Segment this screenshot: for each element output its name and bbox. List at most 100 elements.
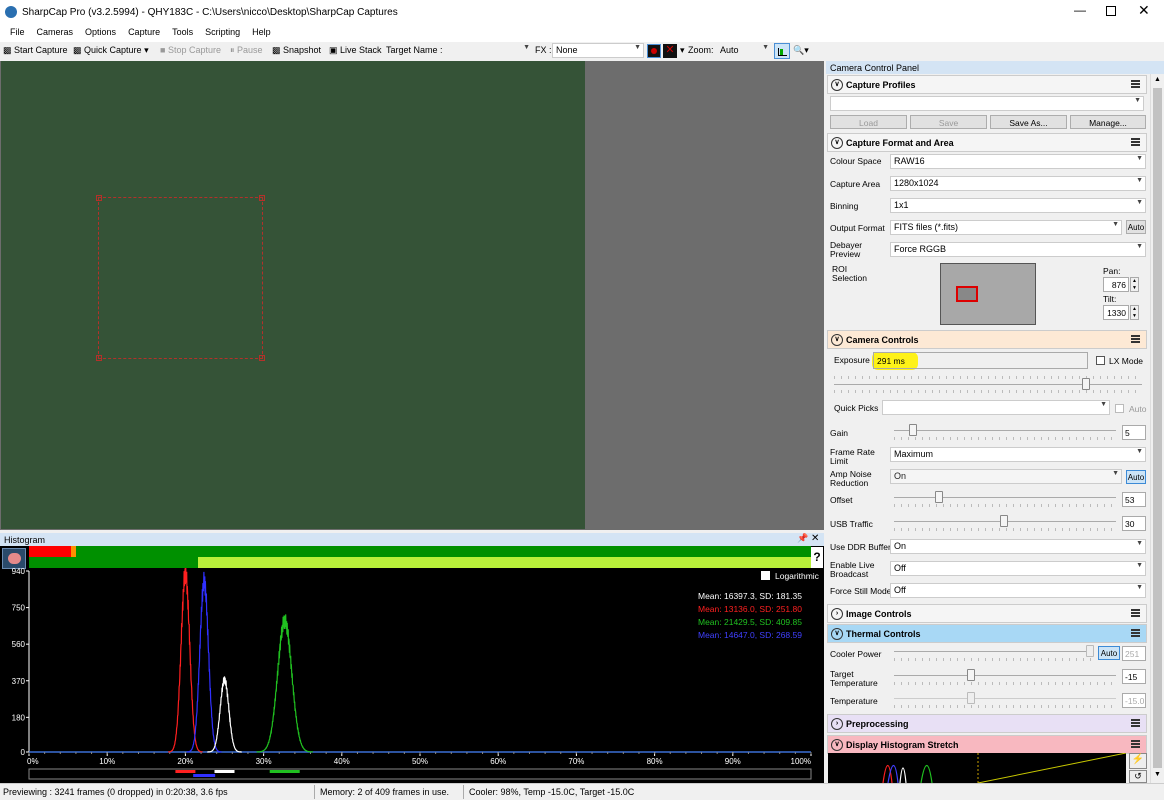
section-thermal-controls[interactable]: ∨ Thermal Controls xyxy=(827,624,1147,643)
menu-icon[interactable] xyxy=(1131,609,1140,617)
zoom-tool-icon[interactable]: 🔍▾ xyxy=(793,45,809,56)
roi-handle[interactable] xyxy=(96,355,102,361)
target-name-select[interactable]: ▼ xyxy=(441,43,533,58)
minimize-icon[interactable]: — xyxy=(1074,3,1086,17)
stretch-range[interactable] xyxy=(198,557,811,568)
gain-slider-track[interactable] xyxy=(894,430,1116,431)
frame-rate-select[interactable]: Maximum ▼ xyxy=(890,447,1146,462)
cooler-input[interactable]: 251 xyxy=(1122,646,1146,661)
roi-handle[interactable] xyxy=(259,355,265,361)
fx-select[interactable]: None ▼ xyxy=(552,43,644,58)
roi-preview[interactable] xyxy=(940,263,1036,325)
menu-cameras[interactable]: Cameras xyxy=(31,25,80,37)
scrollbar-thumb[interactable] xyxy=(1153,88,1162,768)
collapse-icon[interactable]: ∨ xyxy=(831,334,843,346)
histogram-toggle-icon[interactable] xyxy=(774,43,790,59)
roi-rectangle[interactable] xyxy=(96,195,265,361)
menu-icon[interactable] xyxy=(1131,335,1140,343)
menu-file[interactable]: File xyxy=(4,25,31,37)
pin-icon[interactable]: 📌 xyxy=(797,533,808,544)
load-button[interactable]: Load xyxy=(830,115,907,129)
exposure-slider-track[interactable] xyxy=(834,384,1142,385)
gain-slider-thumb[interactable] xyxy=(909,424,917,436)
section-image-controls[interactable]: › Image Controls xyxy=(827,604,1147,623)
tilt-spinner[interactable]: ▲ ▼ xyxy=(1130,305,1139,320)
tilt-input[interactable]: 1330 xyxy=(1103,305,1129,320)
capture-area-select[interactable]: 1280x1024 ▼ xyxy=(890,176,1146,191)
stretch-preview[interactable] xyxy=(828,753,1126,783)
pan-spinner[interactable]: ▲ ▼ xyxy=(1130,277,1139,292)
still-mode-select[interactable]: Off ▼ xyxy=(890,583,1146,598)
target-temp-input[interactable]: -15 xyxy=(1122,669,1146,684)
cross-icon[interactable]: ✕ xyxy=(663,44,677,58)
maximize-icon[interactable] xyxy=(1106,6,1116,16)
menu-icon[interactable] xyxy=(1131,629,1140,637)
pan-input[interactable]: 876 xyxy=(1103,277,1129,292)
panel-scrollbar[interactable]: ▲ ▼ xyxy=(1150,74,1164,783)
help-button[interactable]: ? xyxy=(811,547,823,568)
scroll-down-icon[interactable]: ▼ xyxy=(1154,771,1161,778)
more-icon[interactable]: ▾ xyxy=(680,45,685,56)
menu-tools[interactable]: Tools xyxy=(166,25,199,37)
close-icon[interactable]: ✕ xyxy=(1138,2,1150,19)
quick-capture-button[interactable]: ▩ Quick Capture ▾ xyxy=(73,45,149,56)
expand-icon[interactable]: › xyxy=(831,608,843,620)
collapse-icon[interactable]: ∨ xyxy=(831,628,843,640)
menu-icon[interactable] xyxy=(1131,138,1140,146)
amp-noise-select[interactable]: On ▼ xyxy=(890,469,1122,484)
expand-icon[interactable]: › xyxy=(831,718,843,730)
roi-indicator[interactable] xyxy=(956,286,978,302)
output-auto-button[interactable]: Auto xyxy=(1126,220,1146,234)
lx-mode-checkbox[interactable] xyxy=(1096,356,1105,365)
save-button[interactable]: Save xyxy=(910,115,987,129)
stretch-bar-top[interactable] xyxy=(29,546,811,557)
usb-slider-thumb[interactable] xyxy=(1000,515,1008,527)
menu-icon[interactable] xyxy=(1131,80,1140,88)
roi-handle[interactable] xyxy=(96,195,102,201)
reset-icon[interactable]: ↺ xyxy=(1129,770,1147,783)
preview-area[interactable] xyxy=(0,61,824,530)
gain-input[interactable]: 5 xyxy=(1122,425,1146,440)
menu-capture[interactable]: Capture xyxy=(122,25,166,37)
section-capture-format[interactable]: ∨ Capture Format and Area xyxy=(827,133,1147,152)
menu-help[interactable]: Help xyxy=(246,25,277,37)
stretch-bar-bottom[interactable] xyxy=(29,557,811,568)
section-capture-profiles[interactable]: ∨ Capture Profiles xyxy=(827,75,1147,94)
usb-input[interactable]: 30 xyxy=(1122,516,1146,531)
colour-space-select[interactable]: RAW16 ▼ xyxy=(890,154,1146,169)
save-as-button[interactable]: Save As... xyxy=(990,115,1067,129)
zoom-select[interactable]: Auto ▼ xyxy=(716,43,772,58)
target-temp-slider-track[interactable] xyxy=(894,675,1116,676)
section-preprocessing[interactable]: › Preprocessing xyxy=(827,714,1147,733)
close-icon[interactable]: ✕ xyxy=(811,533,819,544)
pause-button[interactable]: ⏸ Pause xyxy=(230,45,263,56)
quick-picks-select[interactable]: ▼ xyxy=(882,400,1110,415)
collapse-icon[interactable]: ∨ xyxy=(831,137,843,149)
menu-scripting[interactable]: Scripting xyxy=(199,25,246,37)
exposure-slider-thumb[interactable] xyxy=(1082,378,1090,390)
offset-slider-track[interactable] xyxy=(894,497,1116,498)
exposure-input[interactable]: 291 ms xyxy=(873,352,1088,369)
stretch-tool-icon[interactable]: ⚡ xyxy=(1129,753,1147,769)
profile-select[interactable]: ▼ xyxy=(830,96,1144,111)
live-stack-button[interactable]: ▣ Live Stack xyxy=(329,45,382,56)
output-format-select[interactable]: FITS files (*.fits) ▼ xyxy=(890,220,1122,235)
midtone-marker[interactable] xyxy=(71,546,76,557)
quick-picks-auto-checkbox[interactable] xyxy=(1115,404,1124,413)
debayer-select[interactable]: Force RGGB ▼ xyxy=(890,242,1146,257)
cooler-slider-thumb[interactable] xyxy=(1086,645,1094,657)
live-broadcast-select[interactable]: Off ▼ xyxy=(890,561,1146,576)
amp-noise-auto-button[interactable]: Auto xyxy=(1126,470,1146,484)
target-temp-slider-thumb[interactable] xyxy=(967,669,975,681)
start-capture-button[interactable]: ▩ Start Capture xyxy=(3,45,68,56)
collapse-icon[interactable]: ∨ xyxy=(831,79,843,91)
ddr-buffer-select[interactable]: On ▼ xyxy=(890,539,1146,554)
record-icon[interactable] xyxy=(647,44,661,58)
menu-icon[interactable] xyxy=(1131,740,1140,748)
cooler-slider-track[interactable] xyxy=(894,651,1094,652)
section-camera-controls[interactable]: ∨ Camera Controls xyxy=(827,330,1147,349)
roi-handle[interactable] xyxy=(259,195,265,201)
cooler-auto-button[interactable]: Auto xyxy=(1098,646,1120,660)
black-point-marker[interactable] xyxy=(29,546,71,557)
brain-icon[interactable] xyxy=(2,548,26,569)
